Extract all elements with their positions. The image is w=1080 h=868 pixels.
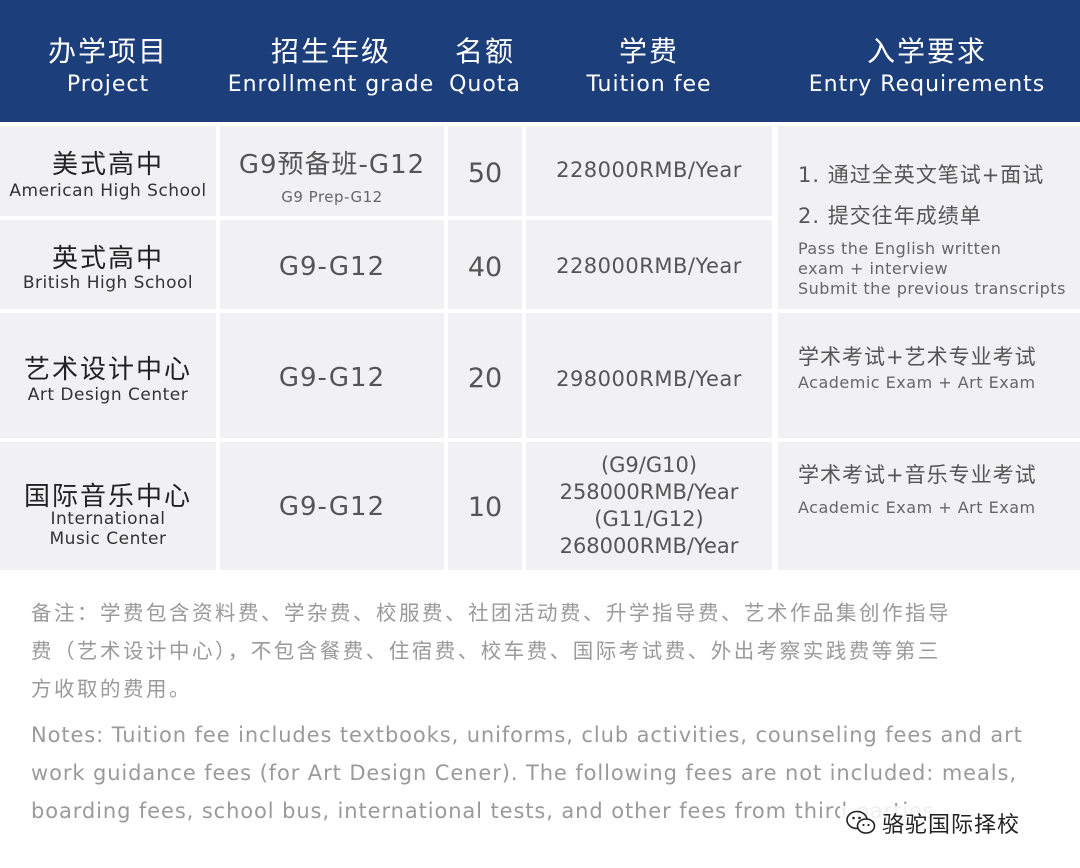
table-row-british-project: 英式高中 British High School	[0, 220, 216, 309]
fee-value: (G9/G10) 258000RMB/Year (G11/G12) 268000…	[526, 452, 772, 560]
project-name-en: International	[50, 509, 166, 529]
fee-line: 268000RMB/Year	[559, 534, 739, 558]
header-label-zh: 入学要求	[866, 35, 987, 68]
requirement-en: Academic Exam + Art Exam	[798, 498, 1036, 517]
header-label-en: Project	[66, 72, 150, 97]
fee-value: 228000RMB/Year	[556, 254, 742, 278]
table-row-music-project: 国际音乐中心 International Music Center	[0, 442, 216, 570]
header-entry-requirements: 入学要求 Entry Requirements	[774, 0, 1080, 122]
requirements-cell-music: 学术考试+音乐专业考试 Academic Exam + Art Exam	[778, 442, 1080, 570]
header-label-zh: 办学项目	[47, 35, 168, 68]
grade-value: G9预备班-G12	[238, 150, 426, 180]
fee-value: 298000RMB/Year	[556, 367, 742, 391]
table-row-art-project: 艺术设计中心 Art Design Center	[0, 313, 216, 438]
table-row-american-project: 美式高中 American High School	[0, 126, 216, 216]
fee-cell: 228000RMB/Year	[526, 126, 772, 216]
requirement-line: 2. 提交往年成绩单	[798, 204, 982, 228]
requirement-zh: 学术考试+音乐专业考试	[798, 463, 1037, 487]
header-tuition-fee: 学费 Tuition fee	[524, 0, 774, 122]
project-name-zh: 美式高中	[51, 150, 164, 180]
header-enrollment-grade: 招生年级 Enrollment grade	[216, 0, 446, 122]
requirements-cell-high-school: 1. 通过全英文笔试+面试 2. 提交往年成绩单 Pass the Englis…	[778, 126, 1080, 309]
fee-cell: (G9/G10) 258000RMB/Year (G11/G12) 268000…	[526, 442, 772, 570]
quota-cell: 50	[448, 126, 522, 216]
fee-line: (G9/G10)	[600, 453, 698, 477]
notes-line: 备注：学费包含资料费、学杂费、校服费、社团活动费、升学指导费、艺术作品集创作指导	[31, 601, 951, 625]
quota-value: 40	[467, 252, 503, 283]
header-label-zh: 学费	[618, 35, 679, 68]
header-quota: 名额 Quota	[446, 0, 524, 122]
header-label-zh: 名额	[454, 35, 515, 68]
fee-cell: 298000RMB/Year	[526, 313, 772, 438]
project-name-en: British High School	[22, 273, 194, 293]
project-name-en: Art Design Center	[27, 385, 189, 405]
grade-cell: G9-G12	[220, 442, 444, 570]
fee-value: 228000RMB/Year	[556, 158, 742, 182]
header-label-en: Entry Requirements	[808, 72, 1046, 97]
requirement-zh: 学术考试+艺术专业考试	[798, 345, 1037, 369]
header-label-en: Enrollment grade	[227, 72, 435, 97]
grade-cell: G9-G12	[220, 313, 444, 438]
requirement-en: Pass the English written exam + intervie…	[798, 239, 1072, 299]
notes-line: work guidance fees (for Art Design Cener…	[31, 761, 1017, 785]
grade-cell: G9预备班-G12 G9 Prep-G12	[220, 126, 444, 216]
watermark: 骆驼国际择校	[840, 806, 1027, 840]
fee-cell: 228000RMB/Year	[526, 220, 772, 309]
watermark-text: 骆驼国际择校	[882, 813, 1021, 838]
table-header: 办学项目 Project 招生年级 Enrollment grade 名额 Qu…	[0, 0, 1080, 122]
requirement-line: Pass the English written	[798, 239, 1002, 258]
header-label-en: Tuition fee	[586, 72, 712, 97]
notes-line: 费（艺术设计中心），不包含餐费、住宿费、校车费、国际考试费、外出考察实践费等第三	[31, 639, 941, 663]
quota-value: 10	[467, 492, 503, 523]
requirement-line: exam + interview	[798, 259, 949, 278]
fee-line: 258000RMB/Year	[559, 480, 739, 504]
quota-value: 20	[467, 363, 503, 394]
notes-zh: 备注：学费包含资料费、学杂费、校服费、社团活动费、升学指导费、艺术作品集创作指导…	[31, 594, 1051, 708]
header-label-en: Quota	[449, 72, 521, 97]
project-name-zh: 国际音乐中心	[23, 482, 192, 512]
requirement-line: Submit the previous transcripts	[798, 279, 1066, 298]
project-name-zh: 英式高中	[51, 244, 164, 274]
grade-sub-value: G9 Prep-G12	[281, 188, 383, 206]
quota-cell: 10	[448, 442, 522, 570]
header-label-zh: 招生年级	[270, 35, 391, 68]
project-name-en: Music Center	[49, 529, 167, 549]
grade-value: G9-G12	[278, 492, 386, 522]
requirement-zh: 2. 提交往年成绩单	[798, 203, 1072, 229]
requirement-zh: 1. 通过全英文笔试+面试	[798, 162, 1072, 188]
notes-line: Notes: Tuition fee includes textbooks, u…	[31, 723, 1023, 747]
requirement-en: Academic Exam + Art Exam	[798, 373, 1036, 392]
project-name-en: American High School	[9, 181, 207, 201]
project-name-zh: 艺术设计中心	[23, 355, 192, 385]
quota-cell: 40	[448, 220, 522, 309]
grade-cell: G9-G12	[220, 220, 444, 309]
quota-cell: 20	[448, 313, 522, 438]
wechat-icon	[846, 810, 876, 834]
requirements-cell-art: 学术考试+艺术专业考试 Academic Exam + Art Exam	[778, 313, 1080, 438]
grade-value: G9-G12	[278, 363, 386, 393]
notes-line: 方收取的费用。	[31, 677, 192, 701]
header-project: 办学项目 Project	[0, 0, 216, 122]
quota-value: 50	[467, 158, 503, 189]
grade-value: G9-G12	[278, 252, 386, 282]
requirement-line: 1. 通过全英文笔试+面试	[798, 163, 1045, 187]
fee-line: (G11/G12)	[594, 507, 704, 531]
